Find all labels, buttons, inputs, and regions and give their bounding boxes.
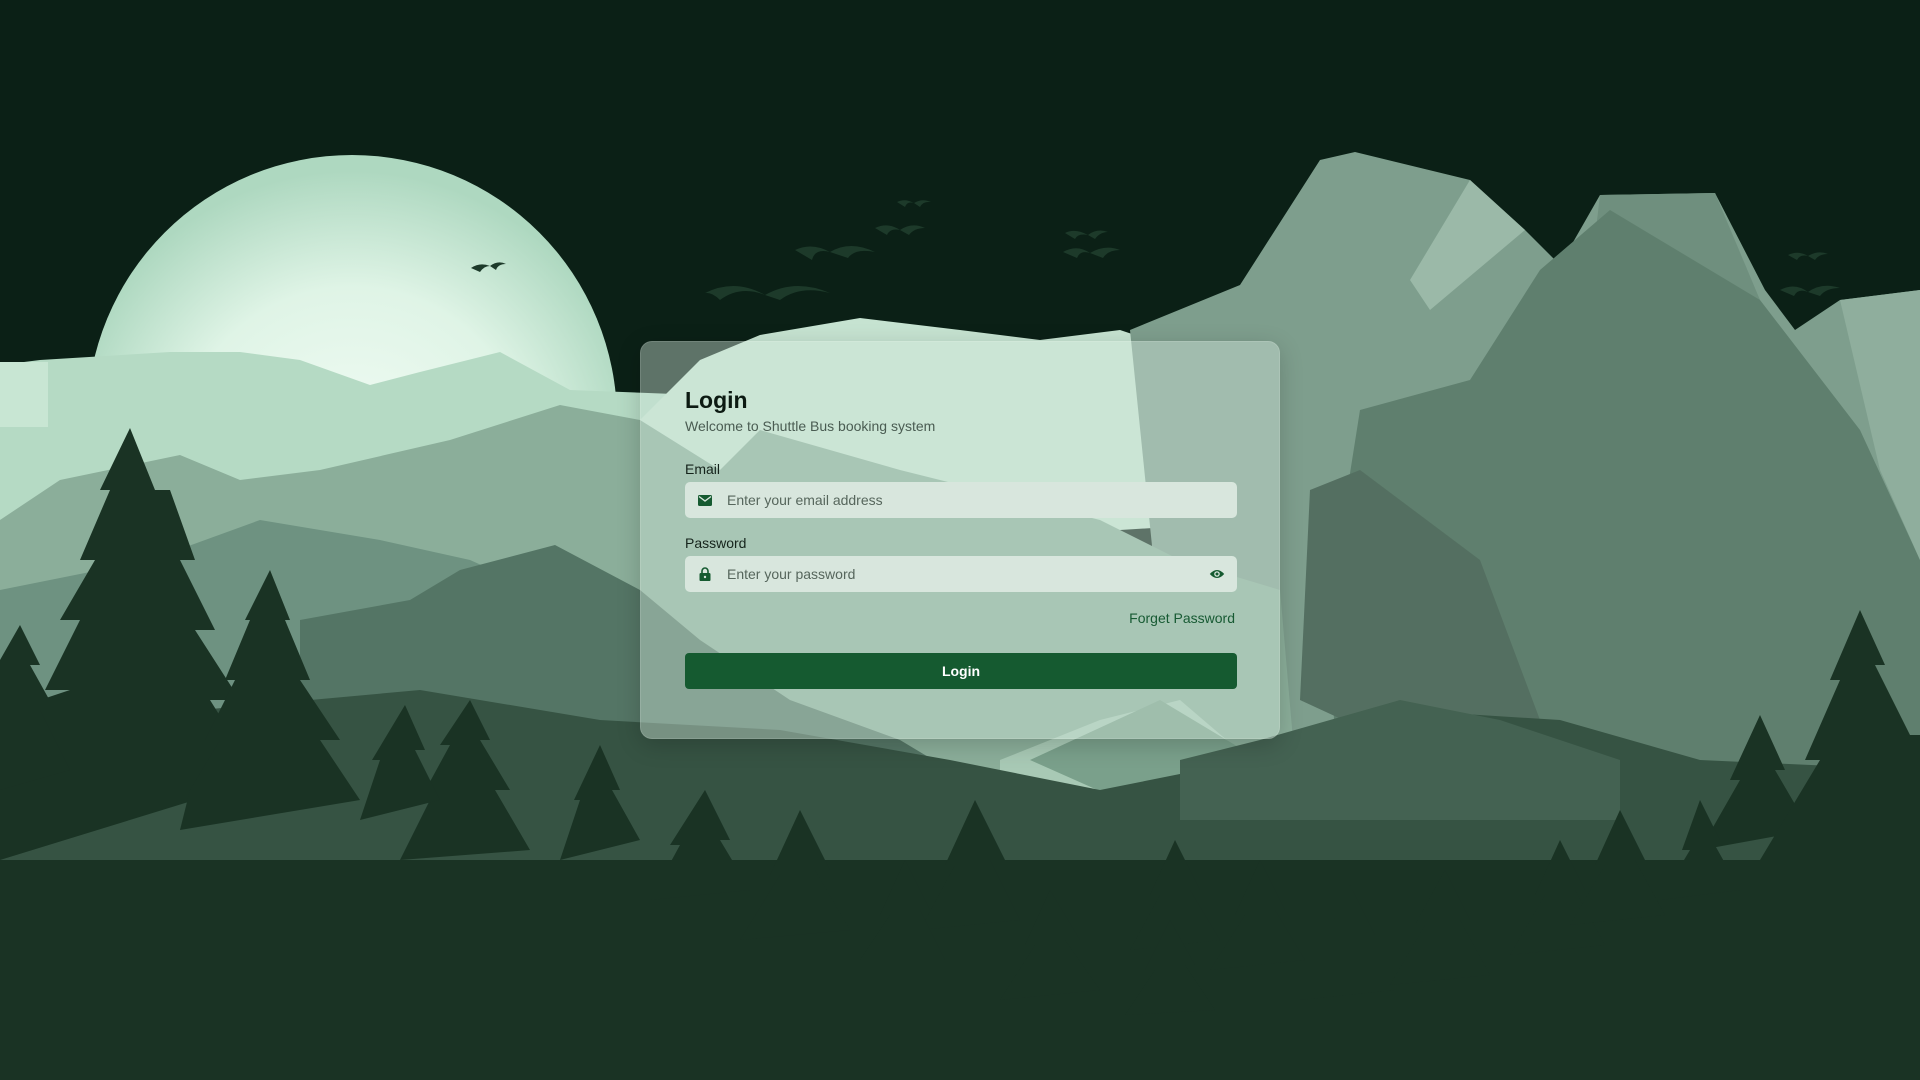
eye-icon[interactable]: [1209, 567, 1225, 581]
lock-icon: [698, 567, 712, 581]
envelope-icon: [698, 493, 712, 507]
login-card: Login Welcome to Shuttle Bus booking sys…: [640, 341, 1280, 739]
email-field-wrapper: [685, 482, 1237, 518]
password-field-wrapper: [685, 556, 1237, 592]
forgot-password-link[interactable]: Forget Password: [1129, 610, 1235, 626]
email-label: Email: [685, 461, 721, 477]
login-subtitle: Welcome to Shuttle Bus booking system: [685, 418, 936, 434]
login-title: Login: [685, 387, 748, 413]
password-label: Password: [685, 535, 747, 551]
password-input[interactable]: [727, 556, 1225, 592]
email-input[interactable]: [727, 482, 1225, 518]
forgot-row: Forget Password: [685, 610, 1235, 628]
login-button[interactable]: Login: [685, 653, 1237, 689]
